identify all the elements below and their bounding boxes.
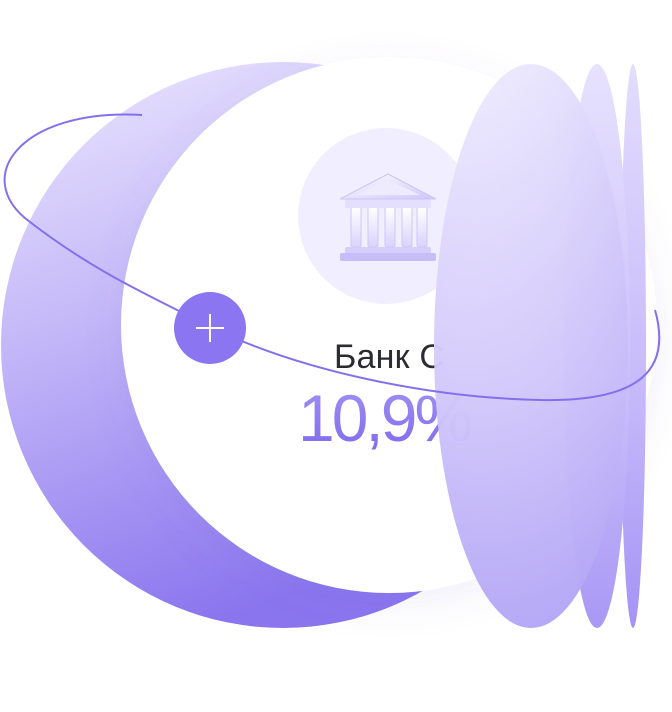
orbit-line (3, 113, 661, 402)
add-button[interactable] (174, 292, 246, 364)
bank-offer-illustration: Банк С 10,9% (0, 0, 672, 712)
